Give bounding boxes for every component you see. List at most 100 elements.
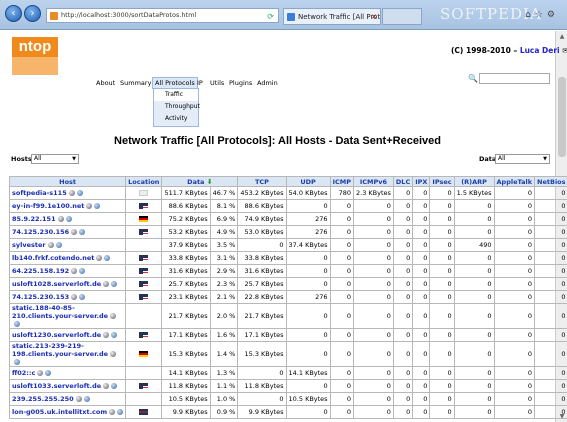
data-cell: 14.1 KBytes (285, 366, 331, 380)
data-cell: 0 (392, 277, 414, 291)
table-row[interactable]: lon-g005.uk.intellitxt.com 9.9 KBytes 0.9 … (8, 405, 567, 419)
host-link[interactable]: static.188-40-85-210.clients.your-server… (12, 304, 108, 320)
table-row[interactable]: lb140.frkf.cotendo.net 33.8 KBytes 3.1 % 33… (8, 251, 567, 265)
host-link[interactable]: 239.255.255.250 (12, 395, 74, 403)
menu-admin[interactable]: Admin (257, 79, 278, 87)
host-link[interactable]: ey-in-f99.1e100.net (12, 202, 84, 210)
data-cell: 0 (534, 199, 567, 213)
host-link[interactable]: static.213-239-219-198.clients.your-serv… (12, 342, 108, 358)
data-cell: 0 (453, 405, 495, 419)
logo-bar (12, 57, 58, 75)
author-link[interactable]: Luca Deri (520, 46, 560, 55)
search-input[interactable] (479, 73, 550, 84)
table-row[interactable]: softpedia-s115 511.7 KBytes 46.7 % 453.2 KB… (8, 186, 567, 200)
data-cell: 31.6 KBytes (237, 264, 287, 278)
host-cell: ff02::c (8, 366, 127, 380)
col-ipx[interactable]: IPX (412, 176, 431, 187)
data-cell: 0 (453, 303, 495, 329)
host-link[interactable]: sylvester (12, 241, 46, 249)
data-cell: 9.9 KBytes (237, 405, 287, 419)
refresh-icon[interactable]: ⟳ (267, 10, 274, 22)
data-cell: 0 (353, 277, 394, 291)
host-link[interactable]: lon-g005.uk.intellitxt.com (12, 408, 107, 416)
data-cell: 0 (353, 225, 394, 239)
host-link[interactable]: softpedia-s115 (12, 189, 67, 197)
scrollbar-thumb[interactable] (558, 77, 566, 157)
host-link[interactable]: 74.125.230.156 (12, 228, 69, 236)
col-appletalk[interactable]: AppleTalk (493, 176, 536, 187)
data-cell: 0 (493, 199, 536, 213)
window-controls[interactable]: ⌂☆⚙ (525, 10, 559, 20)
col-tcp[interactable]: TCP (237, 176, 287, 187)
col-icmpv6[interactable]: ICMPv6 (353, 176, 394, 187)
host-link[interactable]: 74.125.230.153 (12, 293, 69, 301)
dropdown-activity[interactable]: Activity (154, 113, 198, 125)
data-cell: 0 (329, 379, 355, 393)
scroll-up-icon[interactable]: ▲ (556, 33, 567, 40)
data-cell: 1.5 KBytes (453, 186, 495, 200)
host-link[interactable]: lb140.frkf.cotendo.net (12, 254, 94, 262)
data-cell: 0 (429, 186, 455, 200)
data-cell: 1.1 % (209, 379, 239, 393)
menu-utils[interactable]: Utils (210, 79, 224, 87)
col-udp[interactable]: UDP (285, 176, 331, 187)
table-row[interactable]: 239.255.255.250 10.5 KBytes 1.0 % 0 10.5 KBy… (8, 392, 567, 406)
host-link[interactable]: 64.225.158.192 (12, 267, 69, 275)
table-row[interactable]: ey-in-f99.1e100.net 88.6 KBytes 8.1 % 88.6 … (8, 199, 567, 213)
data-cell: 11.8 KBytes (161, 379, 211, 393)
table-row[interactable]: 74.125.230.153 23.1 KBytes 2.1 % 22.8 KByte… (8, 290, 567, 304)
col-location[interactable]: Location (125, 176, 163, 187)
table-row[interactable]: sylvester 37.9 KBytes 3.5 % 0 37.4 KBytes 0 0 0… (8, 238, 567, 252)
menu-summary[interactable]: Summary (120, 79, 151, 87)
menu-plugins[interactable]: Plugins (229, 79, 252, 87)
col-host[interactable]: Host (8, 176, 127, 187)
back-icon[interactable]: ‹ (5, 5, 22, 22)
data-cell: 0 (493, 379, 536, 393)
table-row[interactable]: 64.225.158.192 31.6 KBytes 2.9 % 31.6 KByte… (8, 264, 567, 278)
table-row[interactable]: 85.9.22.151 75.2 KBytes 6.9 % 74.9 KBytes 27… (8, 212, 567, 226)
ntop-logo[interactable]: ntop (12, 37, 58, 75)
tab-network-traffic[interactable]: Network Traffic [All Protocols] ✕ (283, 8, 381, 25)
col-data[interactable]: Data ⬇ (161, 176, 239, 187)
table-row[interactable]: static.188-40-85-210.clients.your-server… (8, 303, 567, 329)
col-icmp[interactable]: ICMP (329, 176, 355, 187)
table-row[interactable]: ff02::c 14.1 KBytes 1.3 % 0 14.1 KBytes 0 0 0 0 0… (8, 366, 567, 380)
host-link[interactable]: 85.9.22.151 (12, 215, 56, 223)
dropdown-traffic[interactable]: Traffic (154, 89, 198, 101)
hosts-select[interactable]: All ▼ (31, 154, 79, 164)
host-link[interactable]: ff02::c (12, 369, 35, 377)
location-cell (125, 251, 163, 265)
host-link[interactable]: usloft1230.serverloft.de (12, 331, 101, 339)
country-flag-icon (139, 351, 149, 357)
col-netbios[interactable]: NetBios (534, 176, 567, 187)
table-row[interactable]: 74.125.230.156 53.2 KBytes 4.9 % 53.0 KByte… (8, 225, 567, 239)
dropdown-throughput[interactable]: Throughput (154, 101, 200, 113)
menu-about[interactable]: About (96, 79, 115, 87)
table-row[interactable]: usloft1033.serverloft.de 11.8 KBytes 1.1 %… (8, 379, 567, 393)
table-row[interactable]: usloft1028.serverloft.de 25.7 KBytes 2.3 %… (8, 277, 567, 291)
data-cell: 0 (353, 366, 394, 380)
host-link[interactable]: usloft1028.serverloft.de (12, 280, 101, 288)
host-link[interactable]: usloft1033.serverloft.de (12, 382, 101, 390)
data-cell: 0 (353, 290, 394, 304)
page-title: Network Traffic [All Protocols]: All Hos… (114, 135, 441, 147)
address-bar[interactable]: http://localhost:3000/sortDataProtos.htm… (46, 8, 279, 23)
host-cell: static.188-40-85-210.clients.your-server… (8, 303, 127, 329)
location-cell (125, 366, 163, 380)
table-row[interactable]: usloft1230.serverloft.de 17.1 KBytes 1.6 %… (8, 328, 567, 342)
tab-new[interactable] (382, 8, 422, 25)
tab-close-icon[interactable]: ✕ (371, 9, 377, 24)
col-dlc[interactable]: DLC (392, 176, 414, 187)
os-icon (75, 396, 82, 402)
data-select[interactable]: All ▼ (495, 154, 550, 164)
data-cell: 0 (429, 341, 455, 367)
forward-icon[interactable]: › (24, 5, 41, 22)
data-cell: 0 (453, 341, 495, 367)
menu-ip[interactable]: IP (197, 79, 203, 87)
data-cell: 0 (453, 328, 495, 342)
col-rarp[interactable]: (R)ARP (453, 176, 495, 187)
mail-icon[interactable]: ✉ (562, 46, 567, 55)
col-ipsec[interactable]: IPsec (429, 176, 455, 187)
table-header-row: Host Location Data ⬇ TCP UDP ICMP ICMPv6… (8, 176, 567, 187)
table-row[interactable]: static.213-239-219-198.clients.your-serv… (8, 341, 567, 367)
